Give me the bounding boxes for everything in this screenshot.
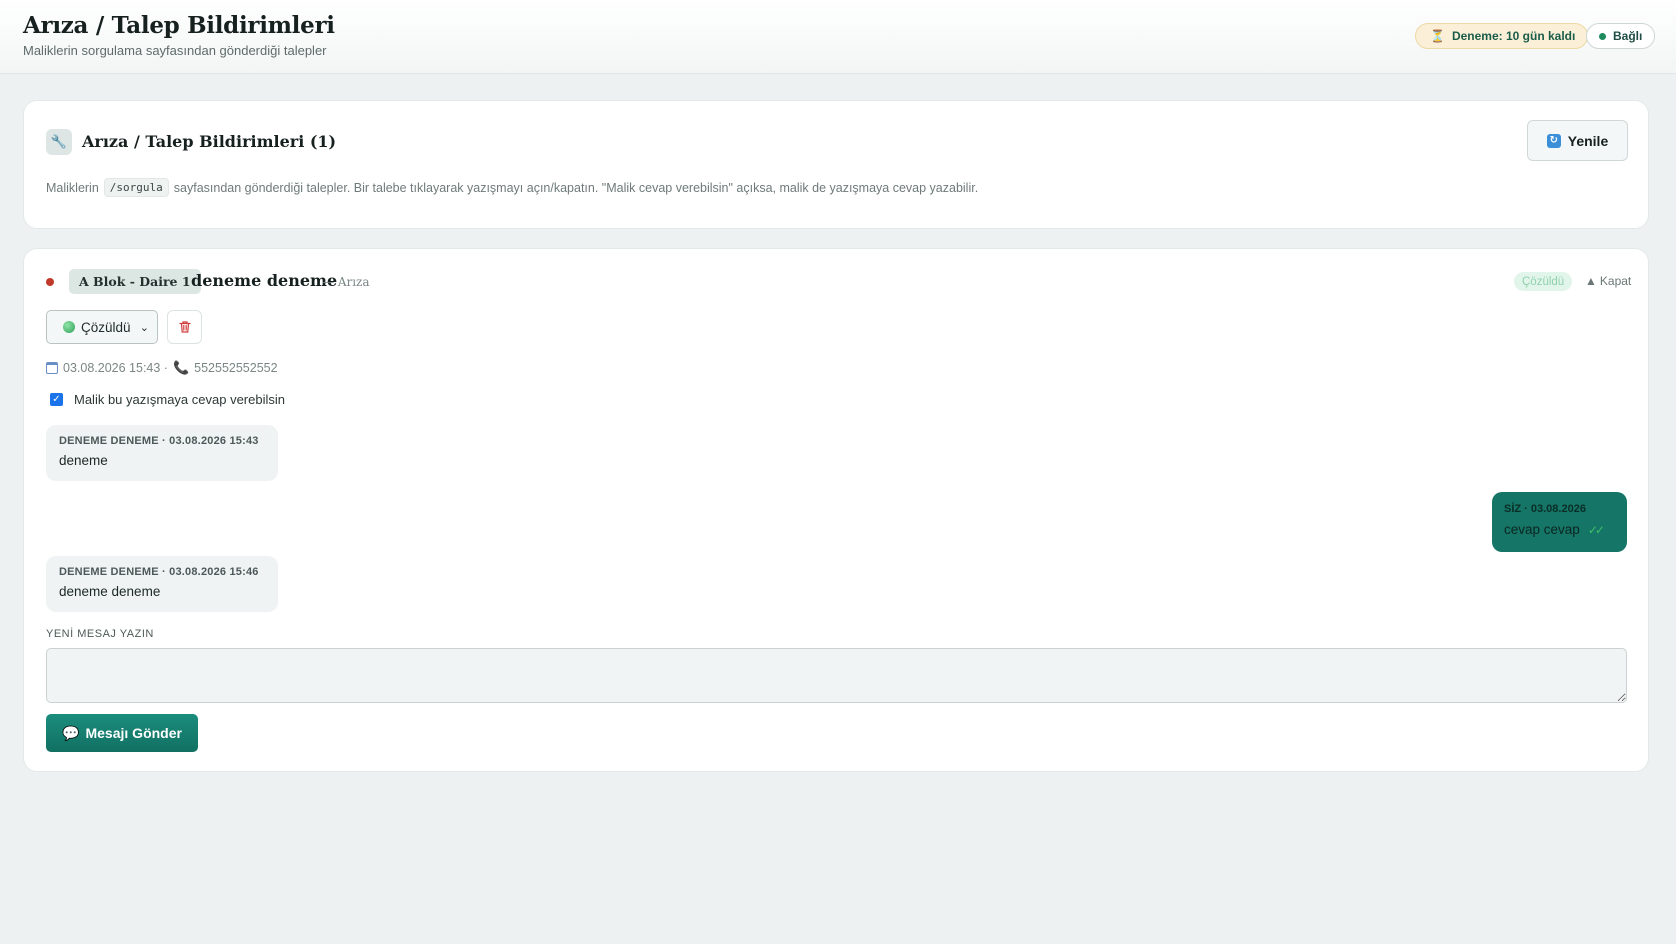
delete-button[interactable] [167, 310, 202, 344]
wrench-icon: 🔧 [46, 129, 72, 155]
status-select-value: Çözüldü [81, 319, 131, 335]
refresh-button-label: Yenile [1567, 132, 1609, 149]
trial-badge-label: Deneme: 10 gün kaldı [1451, 29, 1576, 43]
message-text: deneme [59, 453, 108, 468]
panel-title: Arıza / Talep Bildirimleri (1) [82, 132, 337, 151]
allow-reply-checkbox[interactable]: ✓ [50, 393, 63, 406]
status-badge: Çözüldü [1514, 272, 1573, 291]
send-message-label: Mesajı Gönder [85, 725, 182, 741]
collapse-toggle[interactable]: ▲ Kapat [1585, 274, 1631, 288]
unit-tag: A Blok - Daire 1 [69, 269, 201, 294]
double-check-icon: ✓✓ [1587, 522, 1605, 537]
calendar-icon [46, 362, 58, 374]
request-category: — Arıza [322, 275, 370, 289]
message-text: deneme deneme [59, 584, 161, 599]
refresh-icon: ↻ [1546, 133, 1561, 148]
phone-icon: 📞 [172, 360, 190, 375]
connection-badge-label: Bağlı [1613, 29, 1643, 43]
green-circle-icon [63, 321, 75, 333]
message-meta: SİZ · 03.08.2026 [1504, 503, 1586, 515]
request-meta: 03.08.2026 15:43 · 📞 552552552552 [46, 360, 278, 376]
request-phone: 552552552552 [194, 361, 278, 375]
request-card: A Blok - Daire 1 deneme deneme — Arıza Ç… [23, 248, 1649, 772]
allow-reply-label: Malik bu yazışmaya cevap verebilsin [74, 392, 285, 407]
request-title[interactable]: deneme deneme [191, 271, 337, 290]
status-dot [46, 278, 54, 286]
panel-description: Maliklerin /sorgula sayfasından gönderdi… [46, 178, 978, 197]
status-select[interactable]: Çözüldü ⌄ [46, 310, 158, 344]
requests-panel: 🔧 Arıza / Talep Bildirimleri (1) ↻ Yenil… [23, 100, 1649, 229]
sorgula-code: /sorgula [103, 178, 169, 197]
message-meta: DENEME DENEME · 03.08.2026 15:43 [59, 435, 259, 447]
send-message-button[interactable]: 💬 Mesajı Gönder [46, 714, 198, 752]
top-bar: Arıza / Talep Bildirimleri Maliklerin so… [0, 0, 1676, 74]
request-date: 03.08.2026 15:43 · [63, 361, 168, 375]
page-subtitle: Maliklerin sorgulama sayfasından gönderd… [23, 43, 327, 58]
message-meta: DENEME DENEME · 03.08.2026 15:46 [59, 566, 259, 578]
chevron-down-icon: ⌄ [139, 321, 149, 334]
message-bubble-own: SİZ · 03.08.2026 cevap cevap ✓✓ [1492, 492, 1627, 552]
chat-bubble-icon: 💬 [62, 724, 80, 741]
trash-icon [178, 321, 191, 333]
message-bubble: DENEME DENEME · 03.08.2026 15:43 deneme [46, 425, 278, 481]
trial-badge: ⏳ Deneme: 10 gün kaldı [1415, 23, 1589, 49]
new-message-label: YENİ MESAJ YAZIN [46, 628, 154, 640]
new-message-input[interactable] [46, 648, 1627, 703]
triangle-up-icon: ▲ [1585, 274, 1597, 288]
panel-description-start: Maliklerin [46, 180, 99, 195]
collapse-label: Kapat [1599, 274, 1632, 288]
page-title: Arıza / Talep Bildirimleri [23, 12, 335, 39]
refresh-button[interactable]: ↻ Yenile [1527, 120, 1628, 161]
hourglass-icon: ⏳ [1430, 29, 1445, 43]
panel-description-end: sayfasından gönderdiği talepler. Bir tal… [173, 180, 979, 195]
message-text: cevap cevap [1504, 522, 1580, 537]
message-text-row: cevap cevap ✓✓ [1504, 522, 1615, 537]
connection-badge: Bağlı [1586, 23, 1656, 49]
connection-dot-icon [1599, 32, 1606, 40]
message-bubble: DENEME DENEME · 03.08.2026 15:46 deneme … [46, 556, 278, 612]
